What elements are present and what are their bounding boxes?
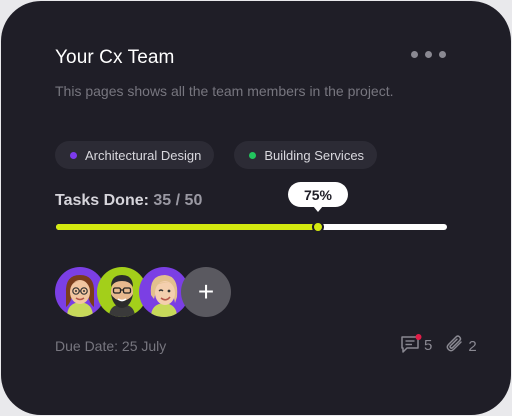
comments-button[interactable]: 5 bbox=[400, 334, 432, 354]
card-title: Your Cx Team bbox=[55, 47, 175, 68]
dot-icon bbox=[411, 50, 418, 58]
comment-icon bbox=[401, 334, 422, 353]
tasks-value: 35 / 50 bbox=[153, 192, 203, 209]
progress-handle[interactable] bbox=[312, 221, 324, 233]
tag-list: Architectural Design Building Services bbox=[55, 141, 378, 169]
attachments-button[interactable]: 2 bbox=[444, 333, 477, 355]
progress-track bbox=[56, 221, 447, 233]
team-card: Your Cx Team This pages shows all the te… bbox=[1, 1, 511, 415]
card-meta: 5 2 bbox=[400, 333, 477, 355]
add-member-button[interactable]: + bbox=[181, 267, 231, 317]
notification-badge bbox=[415, 334, 422, 340]
progress-percent-tooltip: 75% bbox=[288, 182, 348, 212]
tag-architectural-design[interactable]: Architectural Design bbox=[55, 141, 215, 169]
tag-dot-icon bbox=[70, 151, 77, 159]
progress-fill bbox=[56, 224, 318, 230]
more-options-button[interactable] bbox=[411, 47, 455, 61]
attachments-count: 2 bbox=[468, 338, 477, 355]
tag-label: Architectural Design bbox=[85, 147, 202, 163]
comments-count: 5 bbox=[424, 337, 433, 354]
due-date: Due Date: 25 July bbox=[55, 338, 167, 354]
tag-building-services[interactable]: Building Services bbox=[234, 141, 378, 169]
dot-icon bbox=[439, 50, 446, 58]
tag-label: Building Services bbox=[264, 147, 365, 163]
tasks-label-text: Tasks Done: bbox=[55, 192, 149, 209]
dot-icon bbox=[425, 50, 432, 58]
tasks-done-label: Tasks Done: 35 / 50 bbox=[55, 192, 202, 210]
card-subtitle: This pages shows all the team members in… bbox=[55, 83, 394, 99]
avatar-group: + bbox=[55, 267, 235, 317]
tag-dot-icon bbox=[249, 151, 257, 159]
paperclip-icon bbox=[446, 335, 463, 352]
